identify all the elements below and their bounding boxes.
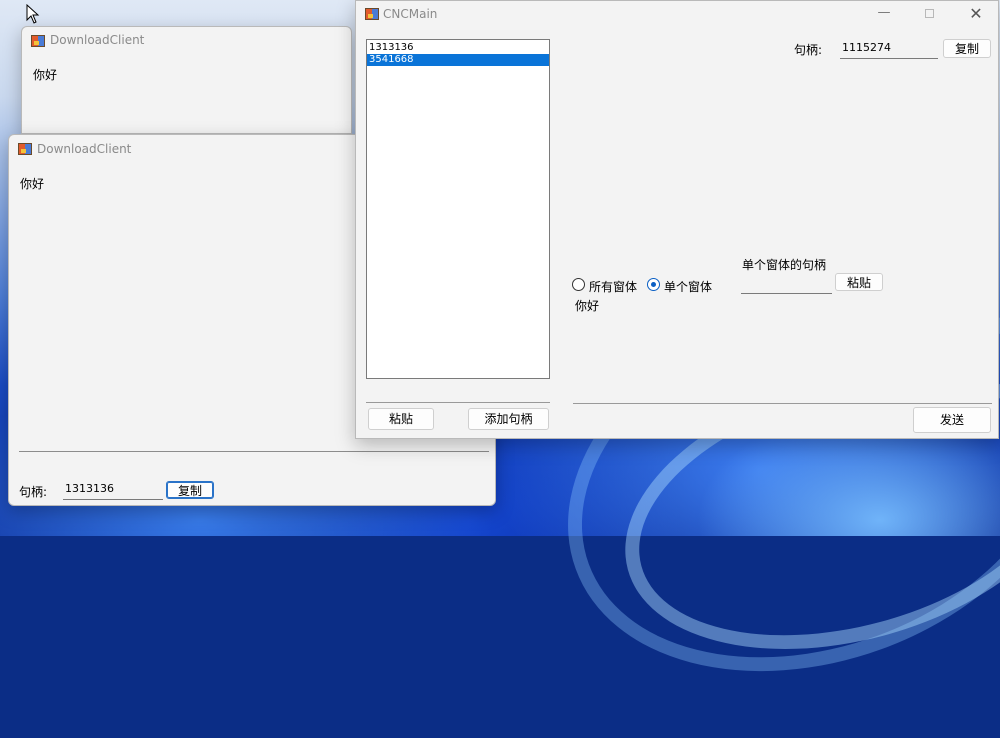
single-paste-button[interactable]: 粘贴 <box>835 273 883 291</box>
separator-line <box>573 403 992 404</box>
single-handle-title: 单个窗体的句柄 <box>742 258 827 272</box>
paste-button[interactable]: 粘贴 <box>368 408 434 430</box>
title-bar[interactable]: DownloadClient <box>22 27 351 57</box>
app-icon <box>365 8 379 20</box>
radio-single-label[interactable]: 单个窗体 <box>664 278 712 295</box>
send-button[interactable]: 发送 <box>913 407 991 433</box>
title-bar[interactable]: CNCMain — ✕ <box>356 1 998 31</box>
single-handle-input[interactable] <box>741 274 832 294</box>
handle-input[interactable]: 1115274 <box>840 39 938 59</box>
app-icon <box>18 143 32 155</box>
message-text: 你好 <box>33 68 58 82</box>
copy-button[interactable]: 复制 <box>943 39 991 58</box>
copy-button[interactable]: 复制 <box>166 481 214 499</box>
window-title: CNCMain <box>383 7 438 21</box>
handle-list[interactable]: 1313136 3541668 <box>366 39 550 379</box>
mouse-cursor-icon <box>26 4 40 24</box>
maximize-icon[interactable] <box>925 9 934 18</box>
download-client-window-back[interactable]: DownloadClient 你好 <box>21 26 352 134</box>
window-title: DownloadClient <box>50 33 145 47</box>
window-title: DownloadClient <box>37 142 132 156</box>
radio-single-window[interactable] <box>647 278 660 291</box>
radio-all-label[interactable]: 所有窗体 <box>589 278 637 295</box>
radio-all-windows[interactable] <box>572 278 585 291</box>
close-icon[interactable]: ✕ <box>966 4 986 23</box>
list-item-selected[interactable]: 3541668 <box>367 54 549 66</box>
message-text: 你好 <box>575 299 600 313</box>
separator-line <box>366 402 550 403</box>
handle-input[interactable]: 1313136 <box>63 480 163 500</box>
minimize-icon[interactable]: — <box>874 5 894 20</box>
list-item[interactable]: 1313136 <box>367 42 549 54</box>
app-icon <box>31 35 45 47</box>
handle-label: 句柄: <box>19 485 48 499</box>
separator-line <box>19 451 489 452</box>
add-handle-button[interactable]: 添加句柄 <box>468 408 549 430</box>
cnc-main-window[interactable]: CNCMain — ✕ 1313136 3541668 粘贴 添加句柄 句柄: … <box>355 0 999 439</box>
handle-label: 句柄: <box>794 43 823 57</box>
message-text: 你好 <box>20 177 45 191</box>
